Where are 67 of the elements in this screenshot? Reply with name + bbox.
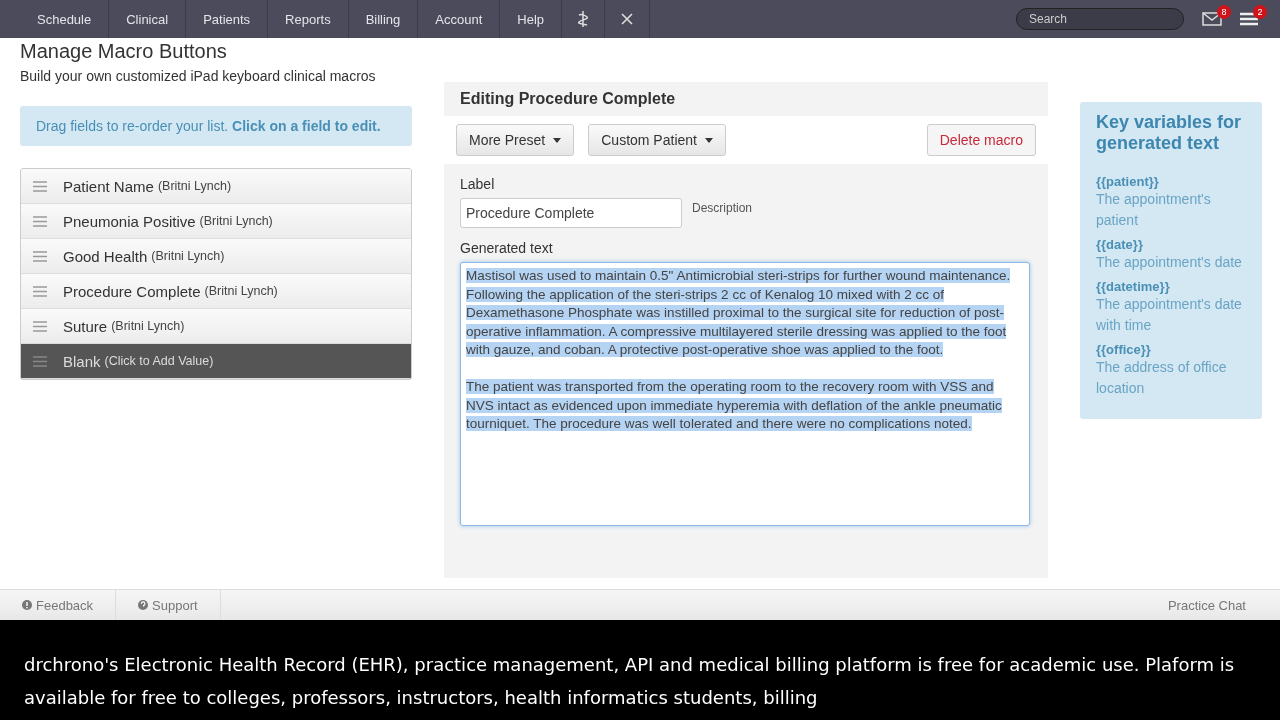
macro-item[interactable]: Blank (Click to Add Value) (21, 344, 411, 379)
hint-text: Drag fields to re-order your list. Click on a field to edit. (20, 106, 412, 146)
drag-handle-icon[interactable] (33, 215, 47, 227)
notification-badge: 2 (1253, 5, 1267, 19)
caret-icon (704, 137, 713, 143)
field-label: Description (692, 201, 753, 215)
macro-owner: (Britni Lynch) (199, 214, 273, 228)
drag-handle-icon[interactable] (33, 250, 47, 262)
macro-item[interactable]: Suture (Britni Lynch) (21, 309, 411, 344)
variable-key: {{patient}} (1096, 174, 1246, 189)
nav-link[interactable]: Patients (186, 0, 269, 38)
nav-link[interactable]: Help (500, 0, 563, 38)
chat-link[interactable]: Practice Chat (1167, 597, 1280, 613)
help-icon (138, 600, 149, 610)
macro-item[interactable]: Procedure Complete (Britni Lynch) (21, 274, 411, 309)
caret-icon (553, 137, 562, 143)
drag-handle-icon[interactable] (33, 320, 47, 332)
nav-link[interactable]: Account (418, 0, 501, 38)
variable-description: The appointment's patient (1096, 190, 1212, 230)
page-title: Manage Macro Buttons (20, 40, 228, 62)
drag-handle-icon[interactable] (33, 180, 47, 192)
macro-name: Procedure Complete (63, 282, 201, 300)
caduceus-icon[interactable] (578, 11, 589, 27)
variable-description: The address of office location (1096, 358, 1228, 398)
nav-link[interactable]: Billing (348, 0, 419, 38)
generated-text: Mastisol was used to maintain 0.5" Antimicrobial steri-strips for further wound maintenance. Following the application of the steri-strips 2 cc of Kenalog 10 mixed with 2 cc of Dexamethasone Phosphate was instilled proximal to the surgical site for reduction of post-operative inflammation. A compressive multilayered sterile dressing was applied to the foot with gauze, and coban. A protective post-operative shoe was applied to the foot. (466, 267, 1012, 360)
macro-owner: (Click to Add Value) (104, 354, 214, 368)
macro-name: Patient Name (63, 177, 154, 195)
mail-icon[interactable] (1202, 12, 1222, 26)
macro-owner: (Britni Lynch) (111, 319, 185, 333)
generated-text: The patient was transported from the operating room to the recovery room with VSS and NVS intact as evidenced upon immediate hyperemia with deflation of the ankle pneumatic tourniquet. The procedure was well tolerated and there were no complications noted. (466, 377, 1003, 434)
macro-owner: (Britni Lynch) (204, 284, 278, 298)
search-field[interactable]: Search (1016, 8, 1184, 30)
menu-icon[interactable] (1240, 12, 1258, 26)
variable-description: The appointment's date with time (1096, 295, 1243, 335)
macro-name: Good Health (63, 247, 148, 265)
macro-item[interactable]: Pneumonia Positive (Britni Lynch) (21, 204, 411, 239)
close-icon[interactable] (621, 13, 634, 25)
macro-owner: (Britni Lynch) (151, 249, 225, 263)
generated-text-field[interactable] (460, 262, 1030, 526)
field-label: Generated text (460, 240, 554, 256)
dropdown-button[interactable]: Custom Patient (588, 124, 726, 156)
field-label: Label (460, 176, 496, 192)
panel-title: Key variables for generated text (1096, 112, 1243, 154)
drag-handle-icon[interactable] (33, 285, 47, 297)
variable-key: {{office}} (1096, 342, 1246, 357)
macro-item[interactable]: Good Health (Britni Lynch) (21, 239, 411, 274)
macro-owner: (Britni Lynch) (157, 179, 232, 193)
nav-link[interactable]: Clinical (109, 0, 187, 38)
nav-link[interactable]: Reports (268, 0, 349, 38)
notification-badge: 8 (1217, 5, 1231, 19)
macro-item[interactable]: Patient Name (Britni Lynch) (21, 169, 411, 204)
variable-description: The appointment's date (1096, 253, 1243, 272)
macro-name: Blank (63, 352, 101, 370)
variable-key: {{date}} (1096, 237, 1246, 252)
variable-key: {{datetime}} (1096, 279, 1246, 294)
page-subtitle: Build your own customized iPad keyboard clinical macros (20, 68, 377, 84)
dropdown-button[interactable]: More Preset (456, 124, 575, 156)
editor-title: Editing Procedure Complete (459, 89, 677, 109)
macro-name: Suture (63, 317, 108, 335)
macro-name: Pneumonia Positive (63, 212, 196, 230)
label-field[interactable]: Procedure Complete (460, 198, 682, 228)
info-icon (22, 600, 32, 610)
delete-button[interactable]: Delete macro (926, 124, 1036, 156)
video-caption: drchrono's Electronic Health Record (EHR), practice management, API and medical billing platform is free for academic use. Plaform is available for free to colleges, professors, instructors, health informatics students, billing (24, 653, 1236, 710)
drag-handle-icon[interactable] (33, 355, 47, 367)
nav-link[interactable]: Schedule (20, 0, 110, 38)
